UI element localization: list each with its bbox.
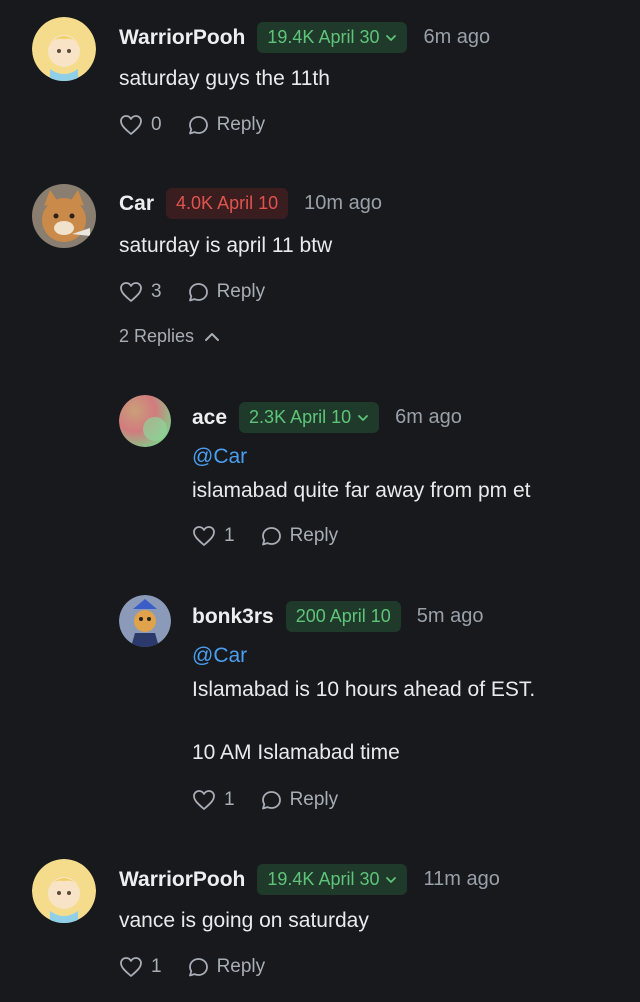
speech-bubble-icon [188,957,208,976]
reply-button[interactable]: Reply [261,525,339,547]
chevron-down-icon [386,34,397,41]
badge-label: 19.4K April 30 [267,27,380,47]
username[interactable]: bonk3rs [192,605,274,629]
timestamp: 6m ago [395,406,462,428]
badge-label: 19.4K April 30 [267,869,380,889]
timestamp: 6m ago [423,26,491,48]
reply-button[interactable]: Reply [188,114,266,136]
comment-text: islamabad quite far away from pm et [192,479,531,502]
heart-outline-icon [120,282,142,302]
like-button[interactable]: 3 [119,281,162,303]
like-count: 0 [151,114,162,135]
reply-button[interactable]: Reply [188,281,266,303]
username[interactable]: WarriorPooh [119,868,245,892]
like-count: 1 [151,956,162,977]
avatar[interactable] [32,17,96,81]
reply-button[interactable]: Reply [261,789,339,811]
username[interactable]: ace [192,406,227,430]
avatar[interactable] [119,595,171,647]
avatar[interactable] [32,184,96,248]
reply-label: Reply [216,281,266,302]
reply-label: Reply [216,956,266,977]
badge-label: 200 April 10 [295,606,391,626]
like-count: 3 [151,281,162,302]
avatar[interactable] [32,859,96,923]
timestamp: 11m ago [423,868,500,890]
reply-label: Reply [289,789,339,810]
mention-link[interactable]: @Car [192,644,247,668]
user-badge[interactable]: 19.4K April 30 [257,22,408,53]
timestamp: 5m ago [416,605,484,627]
mention-link[interactable]: @Car [192,445,247,469]
username[interactable]: WarriorPooh [119,26,245,50]
reply-label: Reply [289,525,339,546]
like-button[interactable]: 1 [192,525,235,547]
reply-button[interactable]: Reply [188,956,266,978]
speech-bubble-icon [261,526,281,545]
comment-text: saturday guys the 11th [119,67,330,90]
reply-label: Reply [216,114,266,135]
like-count: 1 [224,525,235,546]
heart-outline-icon [193,790,215,810]
like-button[interactable]: 1 [192,789,235,811]
replies-count-label: 2 Replies [119,326,195,346]
avatar[interactable] [119,395,171,447]
heart-outline-icon [120,115,142,135]
chevron-up-icon [205,332,220,341]
speech-bubble-icon [188,115,208,134]
chevron-down-icon [358,414,369,421]
comment-text: Islamabad is 10 hours ahead of EST. 10 A… [192,678,536,764]
comment-text: saturday is april 11 btw [119,234,333,257]
speech-bubble-icon [261,790,281,809]
heart-outline-icon [193,526,215,546]
username[interactable]: Car [119,192,154,216]
chevron-down-icon [386,876,397,883]
replies-toggle[interactable]: 2 Replies [119,326,220,347]
badge-label: 2.3K April 10 [249,407,352,427]
like-count: 1 [224,789,235,810]
heart-outline-icon [120,957,142,977]
badge-label: 4.0K April 10 [176,193,279,213]
user-badge[interactable]: 200 April 10 [285,601,401,632]
user-badge[interactable]: 4.0K April 10 [166,188,289,219]
like-button[interactable]: 0 [119,114,162,136]
like-button[interactable]: 1 [119,956,162,978]
user-badge[interactable]: 2.3K April 10 [239,402,380,433]
timestamp: 10m ago [304,192,382,214]
speech-bubble-icon [188,282,208,301]
user-badge[interactable]: 19.4K April 30 [257,864,408,895]
comment-text: vance is going on saturday [119,909,369,932]
